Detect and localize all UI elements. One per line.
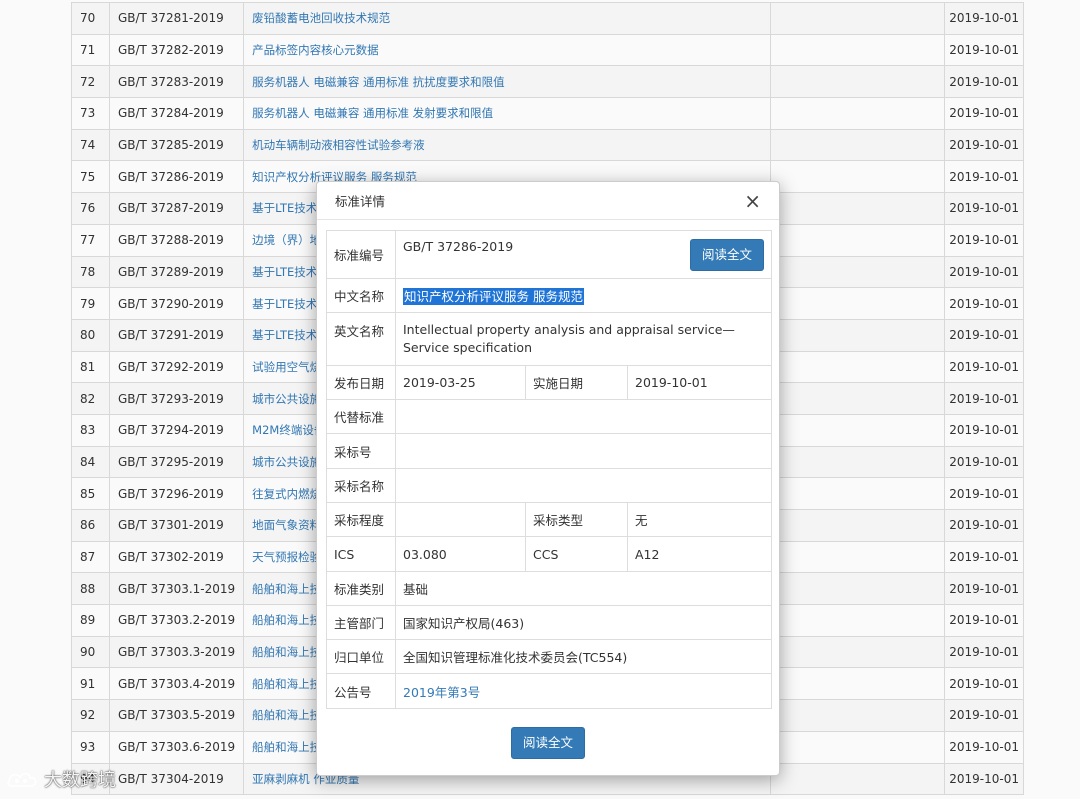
detail-row-unit: 归口单位 全国知识管理标准化技术委员会(TC554) <box>326 639 772 674</box>
read-full-text-button[interactable]: 阅读全文 <box>511 727 586 759</box>
detail-row-code: 标准编号 GB/T 37286-2019 阅读全文 <box>326 230 772 279</box>
close-icon[interactable]: × <box>744 191 761 211</box>
cn-name-value: 知识产权分析评议服务 服务规范 <box>403 288 584 305</box>
notice-label: 公告号 <box>326 673 396 709</box>
detail-row-adopt-no: 采标号 <box>326 433 772 469</box>
cn-name-cell: 知识产权分析评议服务 服务规范 <box>395 278 772 313</box>
watermark-text: 大数跨境 <box>44 770 116 791</box>
adopt-no-label: 采标号 <box>326 433 396 469</box>
adopt-name-label: 采标名称 <box>326 468 396 503</box>
adopt-degree-label: 采标程度 <box>326 502 396 537</box>
detail-row-category: 标准类别 基础 <box>326 571 772 606</box>
detail-row-cn-name: 中文名称 知识产权分析评议服务 服务规范 <box>326 278 772 313</box>
detail-row-dates: 发布日期 2019-03-25 实施日期 2019-10-01 <box>326 365 772 400</box>
detail-row-notice: 公告号 2019年第3号 <box>326 673 772 709</box>
detail-row-ics: ICS 03.080 CCS A12 <box>326 536 772 572</box>
en-name-label: 英文名称 <box>326 312 396 366</box>
detail-row-adopt-degree: 采标程度 采标类型 无 <box>326 502 772 537</box>
detail-row-en-name: 英文名称 Intellectual property analysis and … <box>326 312 772 366</box>
category-value: 基础 <box>395 571 772 606</box>
detail-row-replace: 代替标准 <box>326 399 772 434</box>
ccs-label: CCS <box>525 536 628 572</box>
category-label: 标准类别 <box>326 571 396 606</box>
adopt-type-label: 采标类型 <box>525 502 628 537</box>
code-label: 标准编号 <box>326 230 396 279</box>
detail-table: 标准编号 GB/T 37286-2019 阅读全文 中文名称 知识产权分析评议服… <box>326 230 772 709</box>
standard-detail-modal: 标准详情 × 标准编号 GB/T 37286-2019 阅读全文 中文名称 知识… <box>316 181 780 776</box>
detail-row-adopt-name: 采标名称 <box>326 468 772 503</box>
replace-label: 代替标准 <box>326 399 396 434</box>
dept-label: 主管部门 <box>326 605 396 640</box>
ics-value: 03.080 <box>395 536 526 572</box>
modal-header: 标准详情 × <box>317 182 779 220</box>
adopt-type-value: 无 <box>627 502 772 537</box>
pub-date-value: 2019-03-25 <box>395 365 526 400</box>
adopt-name-value <box>395 468 772 503</box>
read-full-text-button-top[interactable]: 阅读全文 <box>689 238 764 271</box>
pub-date-label: 发布日期 <box>326 365 396 400</box>
watermark-logo-icon <box>7 772 37 787</box>
replace-value <box>395 399 772 434</box>
adopt-no-value <box>395 433 772 469</box>
unit-label: 归口单位 <box>326 639 396 674</box>
ics-label: ICS <box>326 536 396 572</box>
dept-value: 国家知识产权局(463) <box>395 605 772 640</box>
unit-value: 全国知识管理标准化技术委员会(TC554) <box>395 639 772 674</box>
detail-row-dept: 主管部门 国家知识产权局(463) <box>326 605 772 640</box>
ccs-value: A12 <box>627 536 772 572</box>
impl-date-label: 实施日期 <box>525 365 628 400</box>
notice-link[interactable]: 2019年第3号 <box>395 673 772 709</box>
code-cell: GB/T 37286-2019 阅读全文 <box>395 230 772 279</box>
modal-title: 标准详情 <box>335 194 386 209</box>
impl-date-value: 2019-10-01 <box>627 365 772 400</box>
en-name-value: Intellectual property analysis and appra… <box>395 312 772 366</box>
code-value: GB/T 37286-2019 <box>403 238 514 254</box>
cn-name-label: 中文名称 <box>326 278 396 313</box>
adopt-degree-value <box>395 502 526 537</box>
watermark: 大数跨境 <box>6 766 116 792</box>
